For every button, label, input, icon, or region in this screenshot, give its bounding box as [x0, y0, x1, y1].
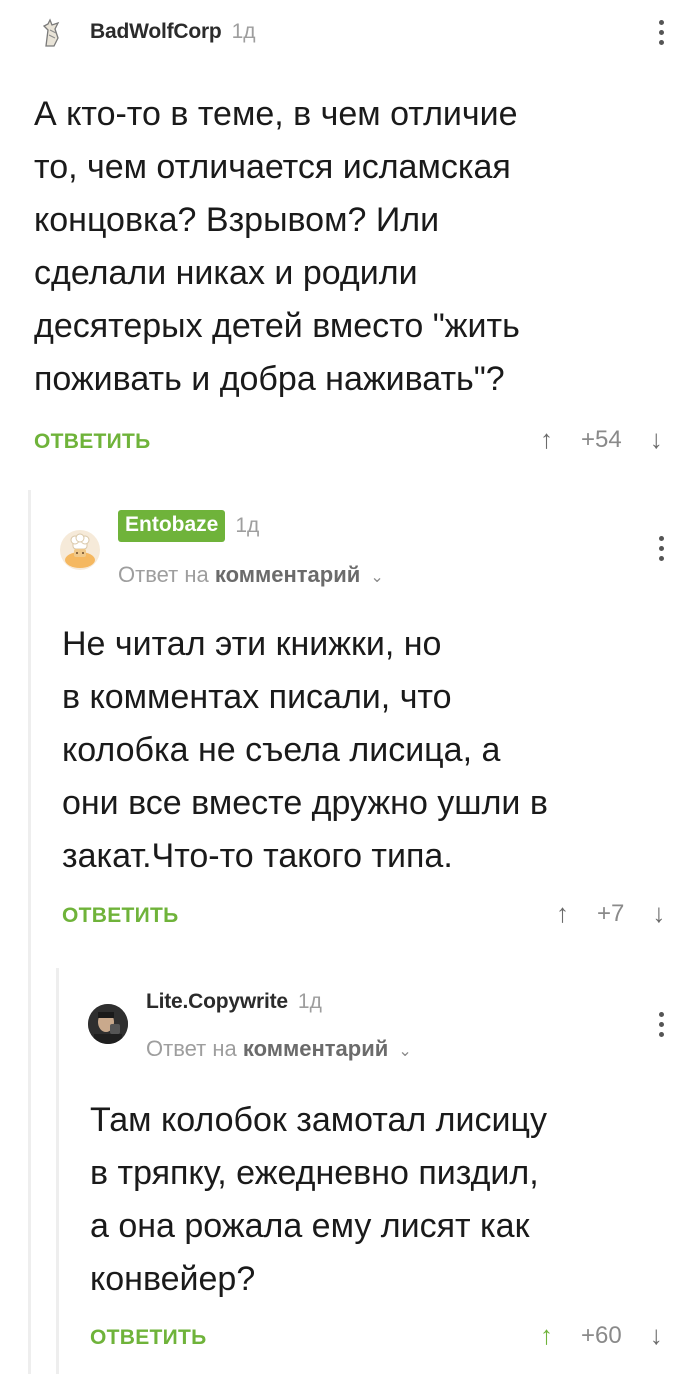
- arrow-up-icon[interactable]: ↑: [540, 424, 553, 455]
- comment-time: 1д: [297, 990, 322, 1013]
- comment-header: Entobaze 1д: [118, 510, 259, 542]
- more-vertical-icon[interactable]: [657, 20, 665, 45]
- reply-prefix: Ответ на: [146, 1036, 237, 1061]
- vote-score: +60: [581, 1321, 622, 1349]
- more-vertical-icon[interactable]: [657, 1012, 665, 1037]
- vote-score: +54: [581, 425, 622, 453]
- reply-target[interactable]: комментарий: [243, 1036, 388, 1061]
- reply-button[interactable]: ОТВЕТИТЬ: [34, 430, 151, 454]
- chevron-down-icon[interactable]: ⌄: [370, 569, 383, 586]
- reply-target[interactable]: комментарий: [215, 562, 360, 587]
- arrow-down-icon[interactable]: ↓: [650, 1320, 663, 1351]
- thread-line[interactable]: [56, 968, 59, 1374]
- author-name[interactable]: Entobaze: [118, 510, 226, 542]
- chef-avatar-icon: [65, 533, 95, 568]
- thread-line[interactable]: [28, 490, 31, 1374]
- wolf-avatar-icon: [42, 18, 60, 47]
- user-photo-icon: [88, 1004, 128, 1044]
- reply-to-link[interactable]: Ответ на комментарий ⌄: [146, 1036, 412, 1062]
- reply-to-link[interactable]: Ответ на комментарий ⌄: [118, 562, 384, 588]
- comment-text: Там колобок замотал лисицу в тряпку, еже…: [90, 1101, 547, 1298]
- vote-controls: ↑ +54 ↓: [540, 424, 663, 455]
- comment-time: 1д: [231, 20, 256, 43]
- chevron-down-icon[interactable]: ⌄: [398, 1043, 411, 1060]
- vote-controls: ↑ +60 ↓: [540, 1320, 663, 1351]
- comment-text: Не читал эти книжки, но в комментах писа…: [62, 625, 548, 875]
- arrow-down-icon[interactable]: ↓: [650, 424, 663, 455]
- author-name[interactable]: Lite.Copywrite: [146, 990, 288, 1014]
- vote-score: +7: [597, 899, 625, 927]
- arrow-up-icon[interactable]: ↑: [540, 1320, 553, 1351]
- avatar[interactable]: [60, 530, 100, 570]
- reply-button[interactable]: ОТВЕТИТЬ: [90, 1326, 207, 1350]
- arrow-down-icon[interactable]: ↓: [652, 898, 665, 929]
- comment-header: Lite.Copywrite 1д: [146, 990, 322, 1014]
- comment-time: 1д: [235, 514, 260, 537]
- vote-controls: ↑ +7 ↓: [556, 898, 665, 929]
- author-name[interactable]: BadWolfCorp: [90, 20, 222, 44]
- arrow-up-icon[interactable]: ↑: [556, 898, 569, 929]
- comment-header: BadWolfCorp 1д: [90, 20, 256, 44]
- comment-text: А кто-то в теме, в чем отличие то, чем о…: [34, 95, 520, 398]
- reply-button[interactable]: ОТВЕТИТЬ: [62, 904, 179, 928]
- avatar[interactable]: [88, 1004, 128, 1044]
- avatar[interactable]: [36, 16, 70, 50]
- more-vertical-icon[interactable]: [657, 536, 665, 561]
- reply-prefix: Ответ на: [118, 562, 209, 587]
